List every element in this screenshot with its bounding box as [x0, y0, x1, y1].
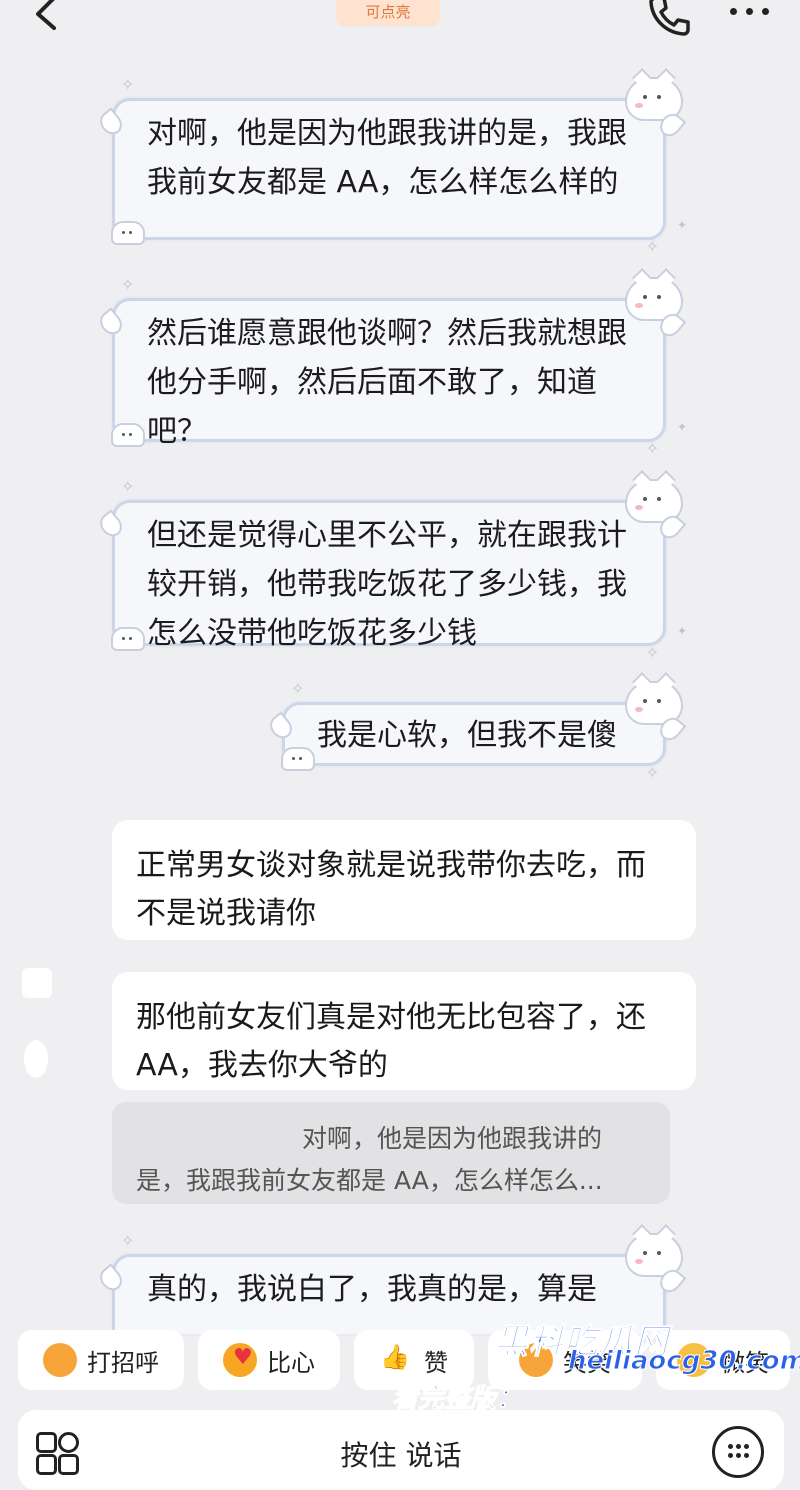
message-bubble[interactable]: 我是心软，但我不是傻 ✧ ✧: [265, 681, 687, 781]
sparkle-icon: ✧: [645, 643, 659, 662]
quick-reply-greet[interactable]: 打招呼: [18, 1330, 184, 1390]
more-dots-icon[interactable]: [726, 0, 774, 34]
sparkle-icon: ✧: [121, 477, 135, 496]
side-indicator: [24, 1040, 48, 1078]
message-text: 我是心软，但我不是傻: [317, 718, 617, 753]
leaf-icon: [95, 107, 127, 139]
leaf-icon: [95, 509, 127, 541]
message-text: 真的，我说白了，我真的是，算是: [147, 1272, 597, 1307]
leaf-icon: [265, 711, 297, 743]
sparkle-icon: ✧: [121, 1231, 135, 1250]
sparkle-icon: ✧: [121, 275, 135, 294]
message-bubble[interactable]: 那他前女友们真是对他无比包容了，还 AA，我去你大爷的: [112, 972, 696, 1090]
sparkle-icon: ✦: [676, 218, 687, 232]
sparkle-icon: ✦: [676, 420, 687, 434]
message-bubble[interactable]: 但还是觉得心里不公平，就在跟我计较开销，他带我吃饭花了多少钱，我怎么没带他吃饭花…: [95, 479, 687, 661]
message-bubble[interactable]: 正常男女谈对象就是说我带你去吃，而不是说我请你: [112, 820, 696, 940]
leaf-icon: [95, 307, 127, 339]
hold-to-talk-button[interactable]: 按住 说话: [18, 1434, 784, 1474]
watermark-domain: heiliaocg30.com: [568, 1346, 800, 1377]
phone-icon[interactable]: [646, 0, 690, 38]
message-text: 但还是觉得心里不公平，就在跟我计较开销，他带我吃饭花了多少钱，我怎么没带他吃饭花…: [147, 518, 627, 651]
blob-sticker-icon: [281, 747, 315, 771]
heart-hand-emoji-icon: [223, 1343, 257, 1377]
quote-line: 是，我跟我前女友都是 AA，怎么样怎么...: [136, 1166, 603, 1195]
thumbs-up-icon: [380, 1343, 414, 1377]
sparkle-icon: ✧: [645, 237, 659, 256]
leaf-icon: [95, 1263, 127, 1295]
sparkle-icon: ✦: [676, 624, 687, 638]
blob-sticker-icon: [111, 423, 145, 447]
chat-header: 可点亮: [0, 0, 800, 48]
smile-emoji-icon: [43, 1343, 77, 1377]
status-badge[interactable]: 可点亮: [336, 0, 440, 26]
message-text: 那他前女友们真是对他无比包容了，还 AA，我去你大爷的: [136, 1000, 646, 1083]
message-text: 对啊，他是因为他跟我讲的是，我跟我前女友都是 AA，怎么样怎么样的: [147, 116, 627, 200]
message-bubble[interactable]: 对啊，他是因为他跟我讲的是，我跟我前女友都是 AA，怎么样怎么样的 ✧ ✧ ✦: [95, 77, 687, 255]
quick-reply-label: 比心: [267, 1348, 315, 1377]
input-bar: 按住 说话: [18, 1410, 784, 1490]
sparkle-icon: ✧: [291, 679, 305, 698]
keyboard-icon[interactable]: [712, 1426, 764, 1478]
chevron-left-icon[interactable]: [30, 0, 70, 40]
blob-sticker-icon: [111, 627, 145, 651]
quoted-message[interactable]: 对啊，他是因为他跟我讲的 是，我跟我前女友都是 AA，怎么样怎么...: [112, 1102, 670, 1204]
quick-reply-label: 赞: [424, 1348, 448, 1377]
message-bubble[interactable]: 然后谁愿意跟他谈啊？然后我就想跟他分手啊，然后后面不敢了，知道吧？ ✧ ✧ ✦: [95, 277, 687, 457]
sparkle-icon: ✧: [645, 439, 659, 458]
message-text: 然后谁愿意跟他谈啊？然后我就想跟他分手啊，然后后面不敢了，知道吧？: [147, 316, 627, 449]
sparkle-icon: ✧: [121, 75, 135, 94]
blob-sticker-icon: [111, 221, 145, 245]
quote-line: 对啊，他是因为他跟我讲的: [302, 1124, 603, 1153]
quick-reply-label: 打招呼: [87, 1348, 159, 1377]
side-indicator: [22, 968, 52, 998]
sparkle-icon: ✧: [645, 763, 659, 782]
message-text: 正常男女谈对象就是说我带你去吃，而不是说我请你: [136, 848, 646, 931]
quick-reply-heart[interactable]: 比心: [198, 1330, 340, 1390]
